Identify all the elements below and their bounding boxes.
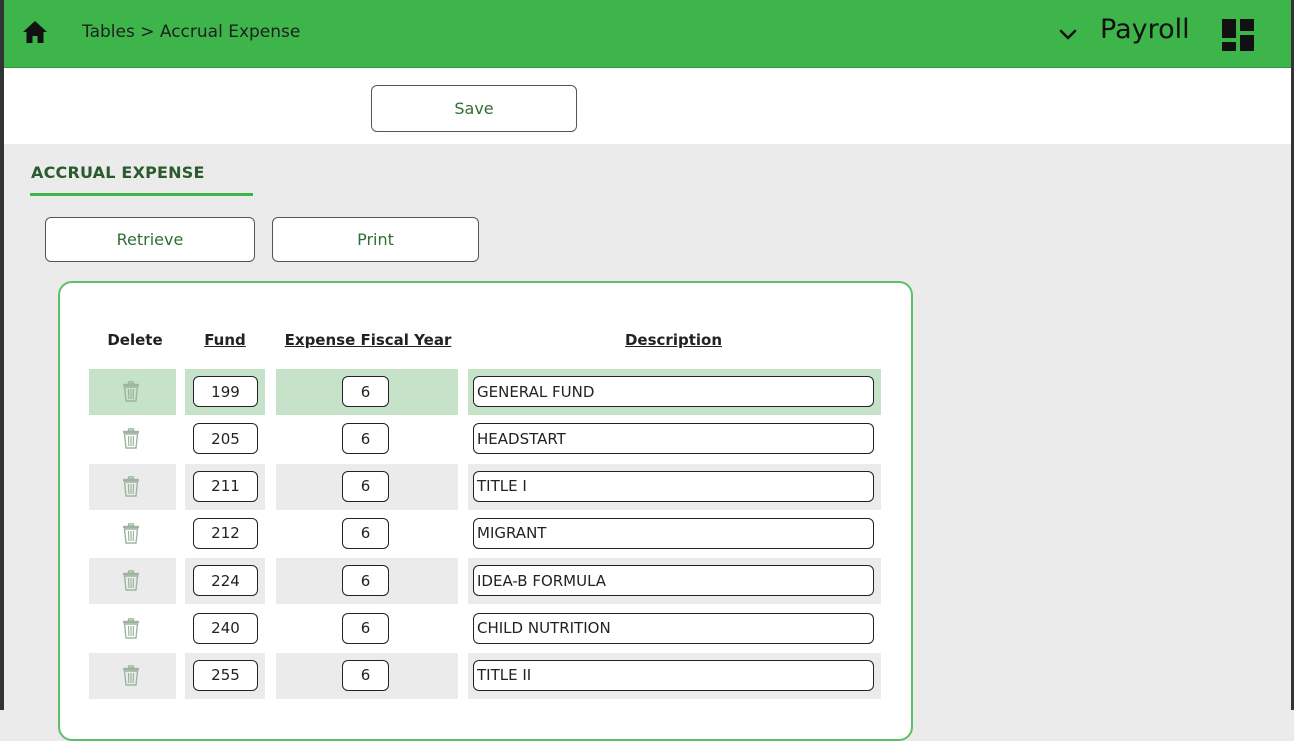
save-button[interactable]: Save: [371, 85, 577, 132]
fund-input[interactable]: [193, 565, 258, 596]
expense-fiscal-year-input[interactable]: [342, 423, 389, 454]
table-row[interactable]: [0, 416, 1294, 462]
table-row[interactable]: [0, 653, 1294, 699]
description-input[interactable]: [473, 471, 874, 502]
expense-fiscal-year-input[interactable]: [342, 613, 389, 644]
retrieve-button[interactable]: Retrieve: [45, 217, 255, 262]
column-header-delete: Delete: [100, 331, 170, 349]
column-header-fund[interactable]: Fund: [192, 331, 258, 349]
table-row[interactable]: [0, 464, 1294, 510]
expense-fiscal-year-input[interactable]: [342, 471, 389, 502]
breadcrumb: Tables > Accrual Expense: [82, 22, 300, 42]
fund-input[interactable]: [193, 423, 258, 454]
fund-input[interactable]: [193, 471, 258, 502]
grid-icon[interactable]: [1222, 19, 1254, 51]
fund-input[interactable]: [193, 518, 258, 549]
description-input[interactable]: [473, 565, 874, 596]
expense-fiscal-year-input[interactable]: [342, 376, 389, 407]
table-row[interactable]: [0, 558, 1294, 604]
fund-input[interactable]: [193, 660, 258, 691]
save-bar: [4, 68, 1291, 144]
description-input[interactable]: [473, 518, 874, 549]
expense-fiscal-year-input[interactable]: [342, 518, 389, 549]
trash-icon[interactable]: [122, 523, 140, 544]
description-input[interactable]: [473, 660, 874, 691]
expense-fiscal-year-input[interactable]: [342, 660, 389, 691]
trash-icon[interactable]: [122, 381, 140, 402]
window-frame-left: [0, 0, 4, 710]
table-row[interactable]: [0, 511, 1294, 557]
expense-fiscal-year-input[interactable]: [342, 565, 389, 596]
column-header-expense-fiscal-year[interactable]: Expense Fiscal Year: [273, 331, 463, 349]
description-input[interactable]: [473, 423, 874, 454]
chevron-down-icon[interactable]: [1056, 22, 1080, 46]
print-button[interactable]: Print: [272, 217, 479, 262]
tab-underline: [30, 193, 253, 196]
description-input[interactable]: [473, 613, 874, 644]
table-row[interactable]: [0, 369, 1294, 415]
description-input[interactable]: [473, 376, 874, 407]
trash-icon[interactable]: [122, 570, 140, 591]
trash-icon[interactable]: [122, 665, 140, 686]
module-title[interactable]: Payroll: [1100, 14, 1190, 45]
top-bar: Tables > Accrual Expense Payroll: [0, 0, 1294, 68]
trash-icon[interactable]: [122, 618, 140, 639]
fund-input[interactable]: [193, 613, 258, 644]
home-icon[interactable]: [22, 20, 48, 44]
trash-icon[interactable]: [122, 476, 140, 497]
table-row[interactable]: [0, 606, 1294, 652]
column-header-description[interactable]: Description: [473, 331, 874, 349]
fund-input[interactable]: [193, 376, 258, 407]
tab-accrual-expense[interactable]: ACCRUAL EXPENSE: [31, 163, 205, 182]
trash-icon[interactable]: [122, 428, 140, 449]
